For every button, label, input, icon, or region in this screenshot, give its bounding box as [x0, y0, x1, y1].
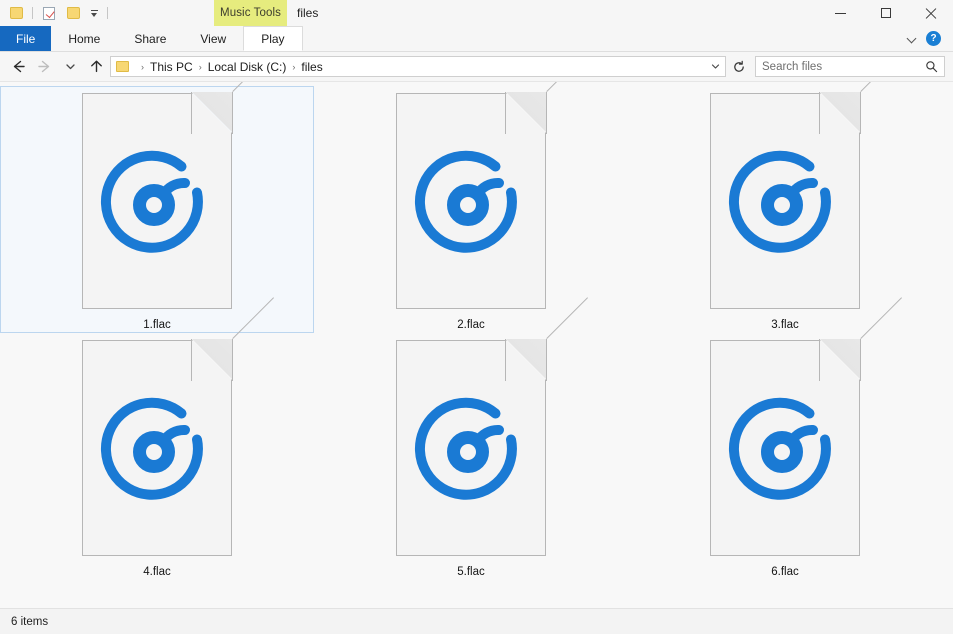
audio-disc-icon [100, 397, 203, 500]
flac-file-icon [710, 82, 903, 309]
search-icon[interactable] [925, 60, 938, 73]
maximize-button[interactable] [863, 0, 908, 26]
page-fold-edge [232, 82, 275, 92]
quick-access-toolbar [0, 0, 110, 26]
file-item[interactable]: 6.flac [628, 297, 942, 580]
audio-disc-icon [414, 150, 517, 253]
search-box[interactable] [755, 56, 945, 77]
contextual-tab-group-label: Music Tools [220, 7, 281, 19]
ribbon-tab-bar: File Home Share View Play ? [0, 26, 953, 52]
tab-play[interactable]: Play [243, 26, 303, 51]
page-fold-inner-edge [505, 92, 506, 134]
page-fold-edge [860, 82, 903, 92]
flac-file-icon [82, 297, 275, 556]
file-grid: 1.flac 2.flac 3.flac 4.flac 5.flac 6.flac [0, 82, 953, 580]
help-icon[interactable]: ? [926, 31, 941, 46]
status-bar: 6 items [0, 608, 953, 634]
file-item[interactable]: 5.flac [314, 297, 628, 580]
file-explorer-window: Music Tools files File Home Share View P… [0, 0, 953, 634]
audio-disc-icon [100, 150, 203, 253]
customize-caret-icon[interactable] [87, 3, 101, 23]
page-fold-edge [546, 82, 589, 92]
page-fold-side [232, 339, 233, 381]
page-fold-side [546, 92, 547, 134]
file-name-label: 3.flac [771, 319, 799, 331]
page-fold-side [860, 92, 861, 134]
page-fold-inner-edge [819, 339, 820, 381]
contextual-tab-group-music-tools: Music Tools [214, 0, 287, 26]
breadcrumb-separator-2: › [292, 61, 296, 72]
folder-icon[interactable] [6, 3, 26, 23]
breadcrumb-dropdown-icon[interactable] [707, 57, 723, 76]
window-title: files [297, 6, 319, 20]
audio-disc-icon [728, 150, 831, 253]
maximize-icon [880, 8, 891, 18]
title-bar: Music Tools files [0, 0, 953, 26]
file-item[interactable]: 2.flac [314, 82, 628, 333]
qat-separator-2 [107, 7, 108, 19]
breadcrumb-folder-icon [116, 61, 129, 72]
breadcrumb-bar[interactable]: › This PC › Local Disk (C:) › files [110, 56, 726, 77]
item-count-label: 6 items [11, 615, 49, 628]
breadcrumb-separator-1: › [198, 61, 202, 72]
forward-button[interactable] [32, 55, 56, 79]
window-controls [818, 0, 953, 26]
flac-file-icon [396, 82, 589, 309]
close-icon [925, 7, 937, 19]
breadcrumb-separator-0: › [141, 61, 144, 72]
up-button[interactable] [84, 55, 108, 79]
page-fold-side [860, 339, 861, 381]
minimize-button[interactable] [818, 0, 863, 26]
file-name-label: 5.flac [457, 566, 485, 578]
minimize-icon [835, 12, 846, 14]
page-fold-inner-edge [191, 92, 192, 134]
tab-share[interactable]: Share [117, 26, 183, 51]
flac-file-icon [710, 297, 903, 556]
page-fold-side [546, 339, 547, 381]
tab-file[interactable]: File [0, 26, 52, 51]
file-name-label: 2.flac [457, 319, 485, 331]
page-fold-inner-edge [505, 339, 506, 381]
back-button[interactable] [6, 55, 30, 79]
page-fold-side [232, 92, 233, 134]
page-fold-inner-edge [819, 92, 820, 134]
file-item[interactable]: 4.flac [0, 297, 314, 580]
flac-file-icon [396, 297, 589, 556]
file-item[interactable]: 1.flac [0, 82, 314, 333]
address-bar: › This PC › Local Disk (C:) › files [0, 52, 953, 81]
recent-locations-button[interactable] [58, 55, 82, 79]
file-name-label: 1.flac [143, 319, 171, 331]
tab-view[interactable]: View [183, 26, 243, 51]
refresh-button[interactable] [728, 56, 750, 77]
tab-home[interactable]: Home [51, 26, 117, 51]
qat-separator-1 [32, 7, 33, 19]
audio-disc-icon [728, 397, 831, 500]
audio-disc-icon [414, 397, 517, 500]
close-button[interactable] [908, 0, 953, 26]
breadcrumb-local-disk[interactable]: Local Disk (C:) [208, 60, 287, 74]
page-fold-inner-edge [191, 339, 192, 381]
flac-file-icon [82, 82, 275, 309]
new-folder-icon[interactable] [63, 3, 83, 23]
file-name-label: 4.flac [143, 566, 171, 578]
chevron-down-icon[interactable] [907, 34, 916, 43]
file-list-area[interactable]: 1.flac 2.flac 3.flac 4.flac 5.flac 6.flac [0, 81, 953, 608]
breadcrumb-files[interactable]: files [301, 60, 322, 74]
file-item[interactable]: 3.flac [628, 82, 942, 333]
search-input[interactable] [762, 60, 925, 73]
properties-icon[interactable] [39, 3, 59, 23]
ribbon-right-controls: ? [907, 26, 949, 51]
breadcrumb-this-pc[interactable]: This PC [150, 60, 193, 74]
file-name-label: 6.flac [771, 566, 799, 578]
